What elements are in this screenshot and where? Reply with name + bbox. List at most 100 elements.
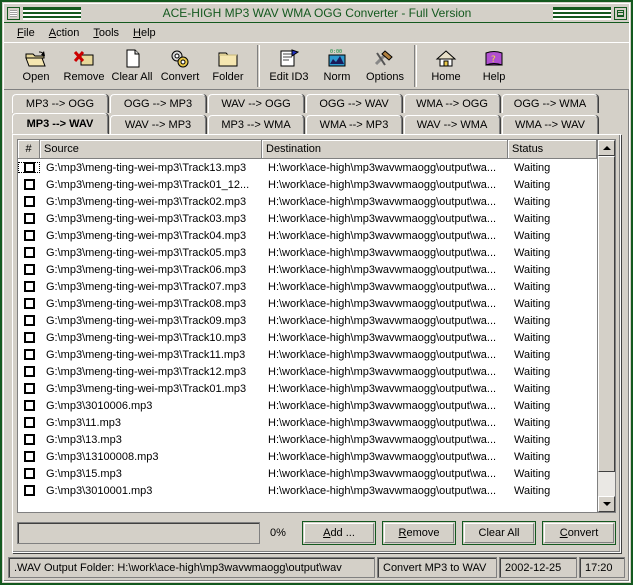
table-row[interactable]: G:\mp3\meng-ting-wei-mp3\Track09.mp3 H:\w… <box>18 312 597 329</box>
table-row[interactable]: G:\mp3\meng-ting-wei-mp3\Track05.mp3 H:\w… <box>18 244 597 261</box>
row-checkbox[interactable] <box>23 247 35 258</box>
table-row[interactable]: G:\mp3\11.mp3 H:\work\ace-high\mp3wavwmao… <box>18 414 597 431</box>
row-checkbox-cell[interactable] <box>18 417 40 428</box>
column-header-destination[interactable]: Destination <box>262 140 508 158</box>
table-row[interactable]: G:\mp3\15.mp3 H:\work\ace-high\mp3wavwmao… <box>18 465 597 482</box>
row-checkbox-cell[interactable] <box>18 315 40 326</box>
table-row[interactable]: G:\mp3\meng-ting-wei-mp3\Track11.mp3 H:\w… <box>18 346 597 363</box>
row-checkbox[interactable] <box>23 400 35 411</box>
row-checkbox[interactable] <box>23 264 35 275</box>
row-checkbox[interactable] <box>23 179 35 190</box>
table-row[interactable]: G:\mp3\meng-ting-wei-mp3\Track06.mp3 H:\w… <box>18 261 597 278</box>
table-row[interactable]: G:\mp3\meng-ting-wei-mp3\Track03.mp3 H:\w… <box>18 210 597 227</box>
row-checkbox-cell[interactable] <box>18 468 40 479</box>
column-header-status[interactable]: Status <box>508 140 597 158</box>
clear-all-button[interactable]: Clear All <box>462 521 536 545</box>
tab-wma-to-wav[interactable]: WMA --> WAV <box>502 115 598 134</box>
table-row[interactable]: G:\mp3\13100008.mp3 H:\work\ace-high\mp3w… <box>18 448 597 465</box>
tab-mp3-to-wav[interactable]: MP3 --> WAV <box>12 113 108 134</box>
row-checkbox-cell[interactable] <box>18 349 40 360</box>
row-checkbox-cell[interactable] <box>18 196 40 207</box>
row-checkbox-cell[interactable] <box>18 451 40 462</box>
file-list-scrollbar[interactable] <box>597 140 615 512</box>
table-row[interactable]: G:\mp3\meng-ting-wei-mp3\Track02.mp3 H:\w… <box>18 193 597 210</box>
table-row[interactable]: G:\mp3\13.mp3 H:\work\ace-high\mp3wavwmao… <box>18 431 597 448</box>
row-checkbox-cell[interactable] <box>18 230 40 241</box>
table-row[interactable]: G:\mp3\meng-ting-wei-mp3\Track07.mp3 H:\w… <box>18 278 597 295</box>
tab-wma-to-mp3[interactable]: WMA --> MP3 <box>306 115 402 134</box>
row-checkbox[interactable] <box>23 315 35 326</box>
tab-wav-to-wma[interactable]: WAV --> WMA <box>404 115 500 134</box>
row-checkbox[interactable] <box>23 485 35 496</box>
table-row[interactable]: G:\mp3\meng-ting-wei-mp3\Track01_12... H:… <box>18 176 597 193</box>
remove-button[interactable]: Remove <box>382 521 456 545</box>
toolbar-button-norm[interactable]: 0:00 Norm <box>313 43 361 89</box>
toolbar-button-remove[interactable]: Remove <box>60 43 108 89</box>
toolbar-button-home[interactable]: Home <box>422 43 470 89</box>
table-row[interactable]: G:\mp3\meng-ting-wei-mp3\Track13.mp3 H:\w… <box>18 159 597 176</box>
row-checkbox-cell[interactable] <box>18 366 40 377</box>
row-checkbox[interactable] <box>23 213 35 224</box>
table-row[interactable]: G:\mp3\meng-ting-wei-mp3\Track04.mp3 H:\w… <box>18 227 597 244</box>
row-checkbox[interactable] <box>23 298 35 309</box>
row-checkbox[interactable] <box>23 383 35 394</box>
row-checkbox-cell[interactable] <box>18 434 40 445</box>
row-checkbox[interactable] <box>23 196 35 207</box>
system-menu-icon[interactable] <box>7 6 20 20</box>
row-checkbox-cell[interactable] <box>18 332 40 343</box>
table-row[interactable]: G:\mp3\meng-ting-wei-mp3\Track08.mp3 H:\w… <box>18 295 597 312</box>
table-row[interactable]: G:\mp3\meng-ting-wei-mp3\Track10.mp3 H:\w… <box>18 329 597 346</box>
tab-mp3-to-ogg[interactable]: MP3 --> OGG <box>12 94 108 113</box>
row-checkbox[interactable] <box>23 434 35 445</box>
row-checkbox-cell[interactable] <box>18 400 40 411</box>
row-checkbox[interactable] <box>23 451 35 462</box>
tab-ogg-to-wav[interactable]: OGG --> WAV <box>306 94 402 113</box>
toolbar-button-convert[interactable]: Convert <box>156 43 204 89</box>
row-checkbox[interactable] <box>23 281 35 292</box>
row-checkbox-cell[interactable] <box>18 281 40 292</box>
toolbar-button-open[interactable]: Open <box>12 43 60 89</box>
tab-mp3-to-wma[interactable]: MP3 --> WMA <box>208 115 304 134</box>
tab-wav-to-ogg[interactable]: WAV --> OGG <box>208 94 304 113</box>
toolbar-button-clear-all[interactable]: Clear All <box>108 43 156 89</box>
tab-wav-to-mp3[interactable]: WAV --> MP3 <box>110 115 206 134</box>
menu-help[interactable]: Help <box>126 25 163 41</box>
row-checkbox[interactable] <box>23 417 35 428</box>
row-checkbox-cell[interactable] <box>18 179 40 190</box>
scroll-down-button[interactable] <box>598 496 615 512</box>
toolbar-button-edit-id3[interactable]: Edit ID3 <box>265 43 313 89</box>
scroll-up-button[interactable] <box>598 140 615 156</box>
menu-file[interactable]: File <box>10 25 42 41</box>
row-checkbox-cell[interactable] <box>18 298 40 309</box>
row-checkbox[interactable] <box>23 162 35 173</box>
row-checkbox-cell[interactable] <box>18 247 40 258</box>
scrollbar-track[interactable] <box>598 472 615 496</box>
column-header-number[interactable]: # <box>18 140 40 158</box>
window-controls-icon[interactable] <box>614 6 627 20</box>
table-row[interactable]: G:\mp3\meng-ting-wei-mp3\Track01.mp3 H:\w… <box>18 380 597 397</box>
scrollbar-thumb[interactable] <box>598 156 615 473</box>
tab-wma-to-ogg[interactable]: WMA --> OGG <box>404 94 500 113</box>
row-checkbox-cell[interactable] <box>18 485 40 496</box>
row-checkbox[interactable] <box>23 349 35 360</box>
tab-ogg-to-wma[interactable]: OGG --> WMA <box>502 94 598 113</box>
menu-tools[interactable]: Tools <box>86 25 126 41</box>
row-checkbox[interactable] <box>23 332 35 343</box>
tab-ogg-to-mp3[interactable]: OGG --> MP3 <box>110 94 206 113</box>
table-row[interactable]: G:\mp3\3010006.mp3 H:\work\ace-high\mp3wa… <box>18 397 597 414</box>
convert-button[interactable]: Convert <box>542 521 616 545</box>
add-button[interactable]: Add ... <box>302 521 376 545</box>
toolbar-button-help[interactable]: ? Help <box>470 43 518 89</box>
row-checkbox[interactable] <box>23 230 35 241</box>
row-checkbox-cell[interactable] <box>18 162 40 173</box>
toolbar-button-folder[interactable]: Folder <box>204 43 252 89</box>
row-checkbox-cell[interactable] <box>18 213 40 224</box>
column-header-source[interactable]: Source <box>40 140 262 158</box>
toolbar-button-options[interactable]: Options <box>361 43 409 89</box>
table-row[interactable]: G:\mp3\meng-ting-wei-mp3\Track12.mp3 H:\w… <box>18 363 597 380</box>
row-checkbox[interactable] <box>23 366 35 377</box>
table-row[interactable]: G:\mp3\3010001.mp3 H:\work\ace-high\mp3wa… <box>18 482 597 499</box>
row-checkbox-cell[interactable] <box>18 383 40 394</box>
menu-action[interactable]: Action <box>42 25 87 41</box>
row-checkbox[interactable] <box>23 468 35 479</box>
